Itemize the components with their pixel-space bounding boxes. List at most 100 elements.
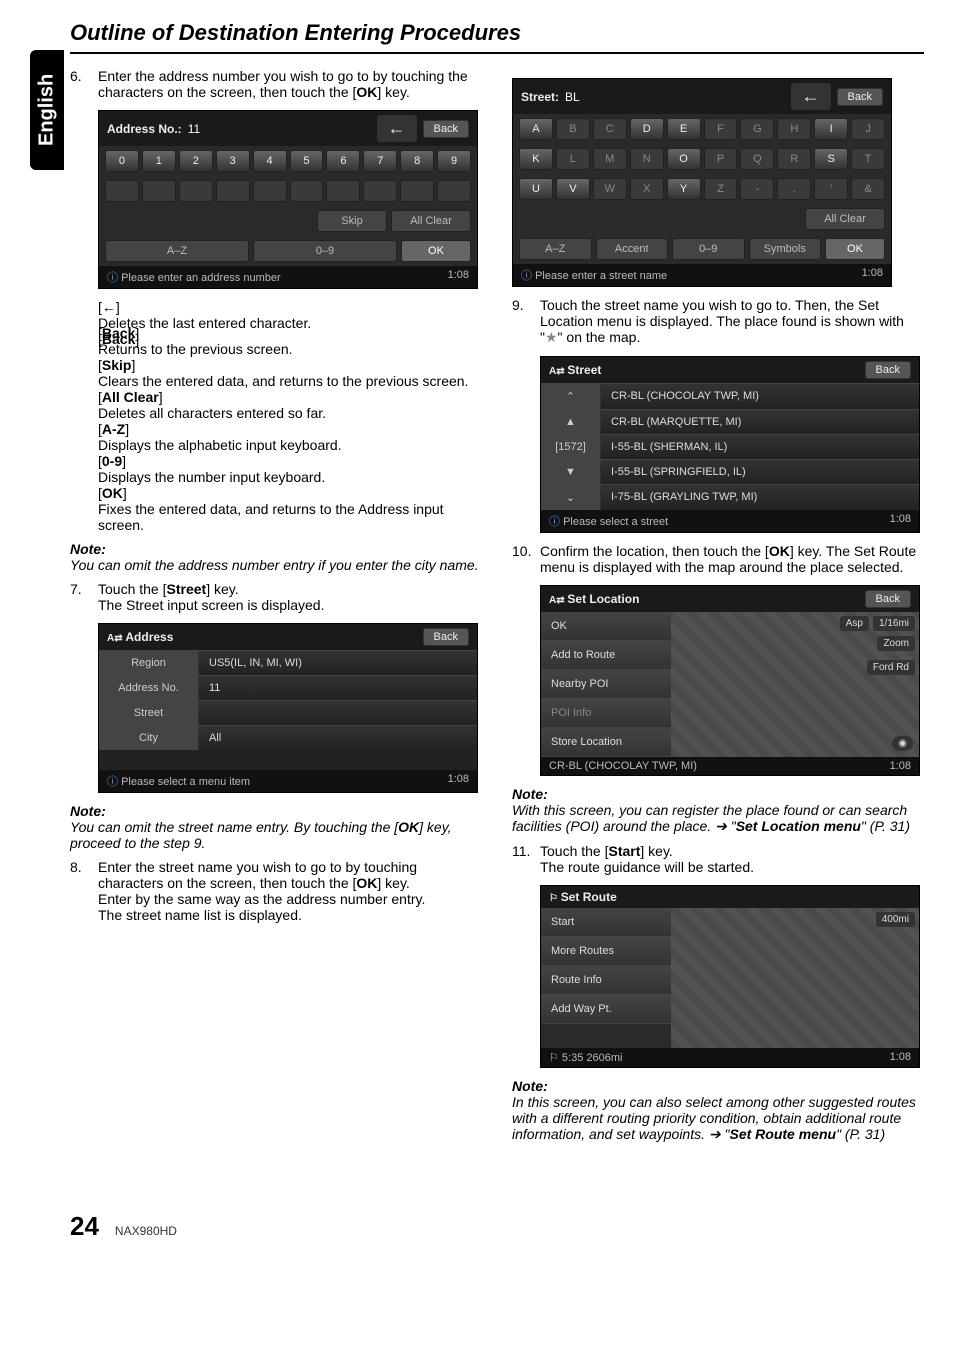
kbd-key[interactable]: W <box>593 178 627 200</box>
kbd-key[interactable]: K <box>519 148 553 170</box>
row-value: 11 <box>199 676 477 700</box>
map-preview[interactable]: Asp 1/16mi Zoom Ford Rd ◉ <box>671 612 919 757</box>
kbd-key[interactable]: Q <box>740 148 774 170</box>
kbd-key[interactable]: R <box>777 148 811 170</box>
kbd-key[interactable]: C <box>593 118 627 140</box>
clock: 1:08 <box>862 267 883 283</box>
kbd-key[interactable]: E <box>667 118 701 140</box>
keypad-key[interactable]: 9 <box>437 150 471 172</box>
row-label[interactable]: Street <box>99 701 199 725</box>
kbd-key[interactable]: S <box>814 148 848 170</box>
ok-button[interactable]: OK <box>401 240 471 262</box>
kbd-key[interactable]: H <box>777 118 811 140</box>
keypad-key[interactable]: 4 <box>253 150 287 172</box>
kbd-key[interactable]: B <box>556 118 590 140</box>
list-item[interactable]: I-55-BL (SHERMAN, IL) <box>601 435 919 459</box>
kbd-key[interactable]: F <box>704 118 738 140</box>
kbd-key[interactable]: O <box>667 148 701 170</box>
list-item[interactable]: CR-BL (MARQUETTE, MI) <box>601 410 919 434</box>
az-tab[interactable]: A–Z <box>105 240 249 262</box>
screenshot-street-keyboard: Street: BL ← Back ABCDEFGHIJ KLMNOPQRST … <box>512 78 892 287</box>
az-tab[interactable]: A–Z <box>519 238 592 260</box>
skip-button[interactable]: Skip <box>317 210 387 232</box>
row-label[interactable]: City <box>99 726 199 750</box>
kbd-key[interactable]: T <box>851 148 885 170</box>
language-tab: English <box>30 50 64 170</box>
keypad-key[interactable]: 2 <box>179 150 213 172</box>
step-text: Confirm the location, then touch the [ <box>540 543 769 559</box>
back-arrow-label: [←] <box>98 299 482 315</box>
list-item[interactable]: I-55-BL (SPRINGFIELD, IL) <box>601 460 919 484</box>
step-text: Touch the [ <box>98 581 167 597</box>
menu-poi-info[interactable]: POI Info <box>541 699 671 728</box>
menu-start[interactable]: Start <box>541 908 671 937</box>
kbd-key[interactable]: ' <box>814 178 848 200</box>
kbd-key[interactable]: U <box>519 178 553 200</box>
menu-ok[interactable]: OK <box>541 612 671 641</box>
keypad-key[interactable]: 5 <box>290 150 324 172</box>
kbd-key[interactable]: . <box>777 178 811 200</box>
keypad-key[interactable]: 1 <box>142 150 176 172</box>
keypad-key[interactable]: 7 <box>363 150 397 172</box>
kbd-key[interactable]: P <box>704 148 738 170</box>
back-button[interactable]: Back <box>865 590 911 608</box>
kbd-key[interactable]: Z <box>704 178 738 200</box>
keypad-key[interactable]: 6 <box>326 150 360 172</box>
kbd-key[interactable]: J <box>851 118 885 140</box>
clock: 1:08 <box>890 513 911 529</box>
kbd-key[interactable]: I <box>814 118 848 140</box>
keypad-key[interactable]: 3 <box>216 150 250 172</box>
menu-add-route[interactable]: Add to Route <box>541 641 671 670</box>
kbd-key[interactable]: L <box>556 148 590 170</box>
kbd-key[interactable]: A <box>519 118 553 140</box>
map-route-preview[interactable]: 400mi <box>671 908 919 1048</box>
num-tab[interactable]: 0–9 <box>253 240 397 262</box>
zoom-chip[interactable]: Zoom <box>877 636 915 651</box>
list-item[interactable]: CR-BL (CHOCOLAY TWP, MI) <box>601 384 919 409</box>
back-arrow-button[interactable]: ← <box>791 83 831 110</box>
note-body: With this screen, you can register the p… <box>512 802 924 835</box>
back-button[interactable]: Back <box>865 361 911 379</box>
row-label[interactable]: Region <box>99 651 199 675</box>
kbd-key[interactable]: G <box>740 118 774 140</box>
key-desc: Returns to the previous screen. <box>98 341 482 357</box>
scroll-up-icon[interactable]: ▲ <box>541 410 601 434</box>
keypad-key[interactable]: 0 <box>105 150 139 172</box>
kbd-key[interactable]: M <box>593 148 627 170</box>
back-button[interactable]: Back <box>423 120 469 138</box>
kbd-key[interactable]: - <box>740 178 774 200</box>
kbd-key[interactable]: N <box>630 148 664 170</box>
start-key-ref: Start <box>609 843 641 859</box>
all-clear-button[interactable]: All Clear <box>391 210 471 232</box>
menu-nearby-poi[interactable]: Nearby POI <box>541 670 671 699</box>
menu-more-routes[interactable]: More Routes <box>541 937 671 966</box>
accent-tab[interactable]: Accent <box>596 238 669 260</box>
scroll-bottom-icon[interactable]: ⌄ <box>541 485 601 510</box>
scroll-top-icon[interactable]: ⌃ <box>541 384 601 409</box>
step-6: 6. Enter the address number you wish to … <box>70 68 482 100</box>
kbd-key[interactable]: V <box>556 178 590 200</box>
back-button[interactable]: Back <box>423 628 469 646</box>
ok-button[interactable]: OK <box>825 238 885 260</box>
kbd-key[interactable]: & <box>851 178 885 200</box>
menu-store-location[interactable]: Store Location <box>541 728 671 757</box>
right-column: Street: BL ← Back ABCDEFGHIJ KLMNOPQRST … <box>512 68 924 1151</box>
all-clear-button[interactable]: All Clear <box>805 208 885 230</box>
num-tab[interactable]: 0–9 <box>672 238 745 260</box>
page-title: Outline of Destination Entering Procedur… <box>70 20 924 46</box>
kbd-key[interactable]: Y <box>667 178 701 200</box>
step-number: 9. <box>512 297 540 346</box>
symbols-tab[interactable]: Symbols <box>749 238 822 260</box>
kbd-key[interactable]: X <box>630 178 664 200</box>
scroll-down-icon[interactable]: ▼ <box>541 460 601 484</box>
menu-add-waypoint[interactable]: Add Way Pt. <box>541 995 671 1024</box>
ss-title: A⇄ Set Location <box>549 592 639 606</box>
back-arrow-button[interactable]: ← <box>377 115 417 142</box>
compass-icon[interactable]: ◉ <box>892 736 913 751</box>
menu-route-info[interactable]: Route Info <box>541 966 671 995</box>
list-item[interactable]: I-75-BL (GRAYLING TWP, MI) <box>601 485 919 510</box>
kbd-key[interactable]: D <box>630 118 664 140</box>
keypad-key[interactable]: 8 <box>400 150 434 172</box>
back-button[interactable]: Back <box>837 88 883 106</box>
row-label[interactable]: Address No. <box>99 676 199 700</box>
